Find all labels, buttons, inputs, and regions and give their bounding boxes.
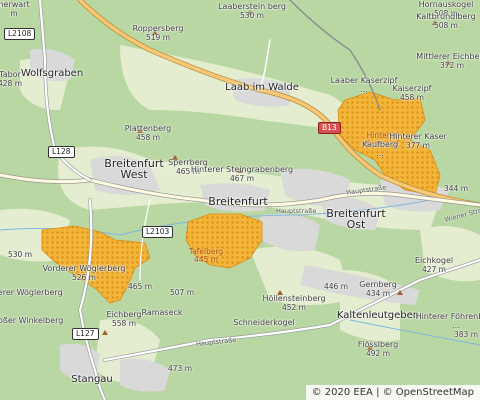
peak-label: Hinterer Föhrenberg...: [415, 312, 480, 330]
peak-label: Plattenberg 458 m: [124, 124, 172, 142]
road-label-hauptstrasse: Hauptstraße: [276, 207, 317, 215]
map-attribution[interactable]: © 2020 EEA | © OpenStreetMap: [305, 385, 480, 400]
peak-label: Flösslberg 492 m: [357, 340, 399, 358]
town-label-stangau[interactable]: Stangau: [71, 374, 113, 385]
peak-label: 465 m: [127, 282, 153, 291]
road-shield-l127: L127: [72, 328, 99, 340]
peak-label: Roppersberg 519 m: [132, 24, 184, 42]
peak-label: 344 m: [443, 184, 469, 193]
town-label-breitenfurt-ost[interactable]: Breitenfurt Ost: [326, 208, 385, 230]
map-view[interactable]: Tafelberg 445 m Hinterer Kaserzipf Wolfs…: [0, 0, 480, 400]
town-label-laab[interactable]: Laab im Walde: [225, 82, 299, 93]
peak-label: 446 m: [323, 282, 349, 291]
peak-label: 530 m: [7, 250, 33, 259]
peak-label: Tabor 428 m: [0, 70, 23, 88]
peak-label: Eichberg 558 m: [106, 310, 142, 328]
peak-label: Hinterer Wöglerberg: [0, 288, 63, 297]
protected-area-label-tafelberg: Tafelberg 445 m: [188, 247, 224, 264]
peak-label: 473 m: [167, 364, 193, 373]
road-shield-l2108: L2108: [4, 28, 36, 40]
peak-label: Vorderer Wöglerberg 526 m: [42, 264, 126, 282]
peak-label: Kaltbründlberg 508 m: [416, 12, 476, 30]
peak-label: Laaber Kaserzipf...: [330, 76, 398, 94]
peak-label: Gernberg 434 m: [359, 280, 397, 298]
road-shield-b13: B13: [318, 122, 341, 134]
peak-label: Laaberstein berg 530 m: [218, 2, 286, 20]
peak-label: Hinterer Steingrabenberg 467 m: [190, 165, 294, 183]
peak-label: Ramaseck: [141, 308, 183, 317]
town-label-breitenfurt-west[interactable]: Breitenfurt West: [104, 158, 163, 180]
peak-label: Mittlerer Eichberg372 m: [416, 52, 480, 70]
peak-label: 383 m: [453, 330, 479, 339]
road-shield-l2103: L2103: [142, 226, 174, 238]
peak-label: Schneiderkogel: [233, 318, 295, 327]
peak-label: Kaufberg...: [361, 140, 399, 158]
peak-label: Höllensteinberg 452 m: [262, 294, 326, 312]
peak-label: Großer Winkelberg: [0, 316, 64, 325]
peak-label: 507 m: [169, 288, 195, 297]
peak-label: Kaiserzipf 458 m: [392, 84, 432, 102]
town-label-wolfsgraben[interactable]: Wolfsgraben: [21, 68, 83, 79]
peak-label: herwart m: [0, 0, 30, 18]
town-label-breitenfurt[interactable]: Breitenfurt: [208, 196, 267, 207]
peak-label: Eichkogel 427 m: [414, 256, 454, 274]
road-shield-l128: L128: [48, 146, 75, 158]
town-label-kaltenleutgeben[interactable]: Kaltenleutgeben: [337, 310, 419, 321]
